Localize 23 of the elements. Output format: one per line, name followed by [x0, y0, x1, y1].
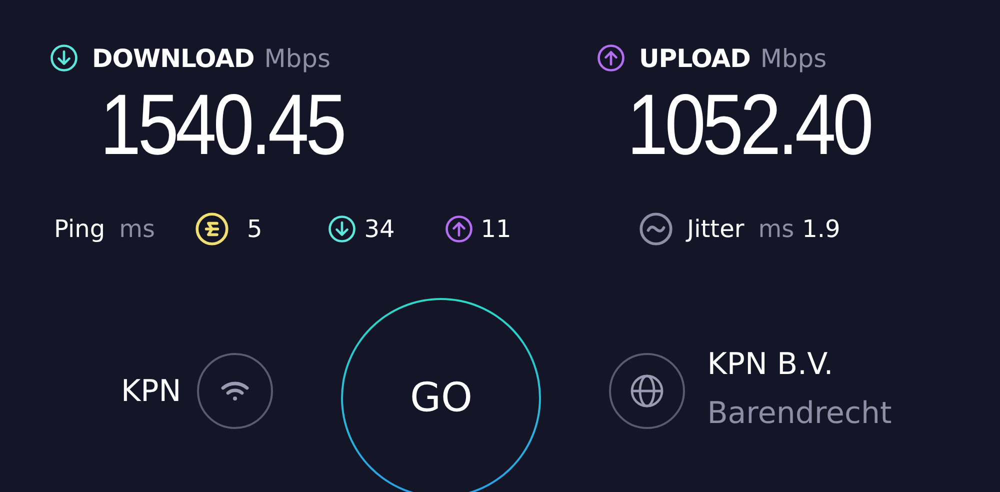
- wave-icon: [639, 212, 673, 246]
- upload-label: UPLOAD: [639, 44, 750, 72]
- ping-value: 34: [364, 215, 395, 243]
- jitter-value: 1.9: [802, 215, 840, 243]
- isp-name: KPN: [121, 374, 182, 408]
- download-label: DOWNLOAD: [92, 44, 254, 72]
- server-name: KPN B.V.: [707, 347, 834, 382]
- jitter-label: Jitter: [687, 215, 744, 243]
- download-speed-value: 1540.45: [100, 82, 344, 168]
- ping-value: 5: [246, 215, 262, 243]
- unit-label: ms: [758, 215, 794, 243]
- wifi-button[interactable]: [197, 353, 274, 429]
- ping-value: 11: [480, 215, 512, 243]
- upload-speed-value: 1052.40: [627, 82, 870, 168]
- server-location: Barendrecht: [707, 396, 892, 431]
- unit-label: ms: [119, 215, 155, 243]
- ping-label: Ping: [54, 215, 106, 243]
- globe-icon: [629, 373, 666, 409]
- unit-label: Mbps: [760, 44, 827, 72]
- ping-icon: [194, 212, 229, 246]
- unit-label: Mbps: [264, 44, 331, 72]
- go-button[interactable]: GO: [341, 298, 542, 492]
- globe-button[interactable]: [609, 353, 686, 429]
